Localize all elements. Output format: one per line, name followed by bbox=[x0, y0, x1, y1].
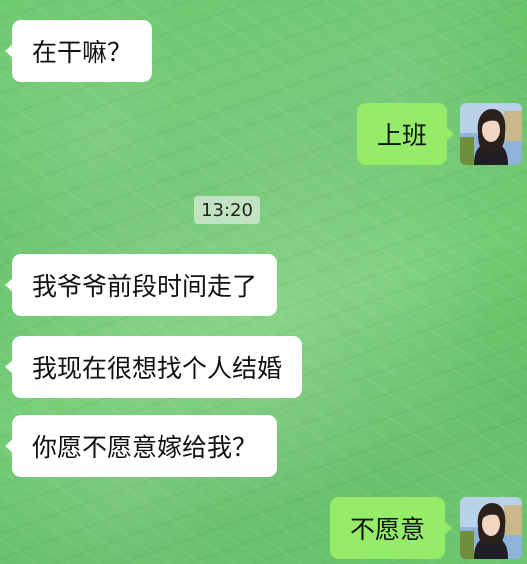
avatar-photo-icon bbox=[460, 497, 522, 559]
avatar[interactable] bbox=[460, 497, 522, 559]
message-bubble-incoming[interactable]: 我现在很想找个人结婚 bbox=[4, 336, 303, 398]
avatar[interactable] bbox=[460, 103, 522, 165]
message-bubble-outgoing[interactable]: 上班 bbox=[356, 103, 455, 165]
message-bubble-incoming[interactable]: 你愿不愿意嫁给我？ bbox=[4, 415, 278, 477]
message-text: 在干嘛？ bbox=[32, 38, 133, 67]
message-text: 你愿不愿意嫁给我？ bbox=[32, 433, 258, 462]
message-text: 我爷爷前段时间走了 bbox=[32, 272, 258, 301]
message-text: 我现在很想找个人结婚 bbox=[32, 354, 283, 383]
message-bubble-incoming[interactable]: 我爷爷前段时间走了 bbox=[4, 254, 278, 316]
message-bubble-incoming[interactable]: 在干嘛？ bbox=[4, 20, 153, 82]
message-text: 上班 bbox=[376, 121, 427, 150]
message-timestamp: 13:20 bbox=[194, 196, 260, 224]
avatar-photo-icon bbox=[460, 103, 522, 165]
chat-window: 在干嘛？ 上班 13:20 我爷爷前段时间走了 我现在很想找个人结婚 你愿不愿意… bbox=[0, 0, 527, 564]
message-bubble-outgoing[interactable]: 不愿意 bbox=[329, 497, 453, 559]
message-text: 不愿意 bbox=[349, 515, 425, 544]
